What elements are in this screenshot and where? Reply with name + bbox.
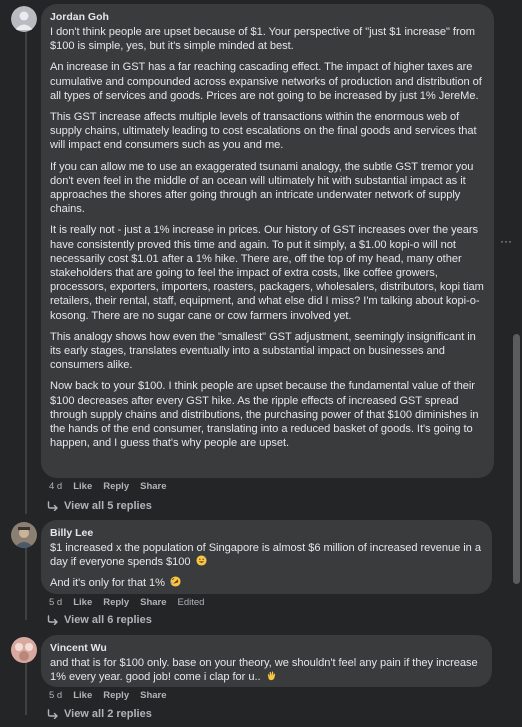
comment-text-content: And it's only for that 1% [50, 577, 165, 590]
comment-bubble: Billy Lee $1 increased x the population … [41, 520, 492, 594]
comment-bubble: Jordan Goh I don't think people are upse… [41, 4, 494, 478]
comment-text-content: $1 increased x the population of Singapo… [50, 542, 481, 569]
comment-text: I don't think people are upset because o… [50, 26, 475, 53]
view-replies-label: View all 5 replies [64, 500, 152, 512]
comment-text-content: and that is for $100 only. base on your … [50, 657, 478, 684]
reply-arrow-icon [47, 615, 58, 625]
scrollbar-thumb[interactable] [513, 334, 520, 584]
thread-line [25, 30, 27, 514]
rofl-emoji-icon [170, 576, 181, 587]
comment-author[interactable]: Billy Lee [50, 527, 482, 540]
view-replies-link[interactable]: View all 6 replies [47, 613, 152, 627]
avatar[interactable] [11, 637, 37, 663]
comment-text: and that is for $100 only. base on your … [50, 656, 482, 684]
like-button[interactable]: Like [73, 597, 92, 609]
comment-timestamp[interactable]: 4 d [49, 481, 62, 493]
view-replies-label: View all 2 replies [64, 708, 152, 720]
share-button[interactable]: Share [140, 690, 166, 702]
view-replies-label: View all 6 replies [64, 614, 152, 626]
avatar[interactable] [11, 522, 37, 548]
view-replies-link[interactable]: View all 2 replies [47, 707, 152, 721]
comment-text: If you can allow me to use an exaggerate… [50, 160, 474, 216]
comment-text: It is really not - just a 1% increase in… [50, 224, 484, 322]
share-button[interactable]: Share [140, 481, 166, 493]
view-replies-link[interactable]: View all 5 replies [47, 499, 152, 513]
thread-line [25, 546, 27, 620]
comment-actions: 5 d Like Reply Share Edited [49, 597, 204, 609]
clap-emoji-icon [267, 671, 275, 681]
comment-text: Now back to your $100. I think people ar… [50, 380, 479, 450]
comment-text: This GST increase affects multiple level… [50, 111, 477, 152]
share-button[interactable]: Share [140, 597, 166, 609]
comment-text: $1 increased x the population of Singapo… [50, 541, 482, 569]
comment-text: This analogy shows how even the "smalles… [50, 330, 476, 372]
reply-arrow-icon [47, 709, 58, 719]
edited-label: Edited [177, 597, 205, 608]
avatar[interactable] [11, 6, 37, 32]
thread-line [25, 661, 27, 715]
comment-text: An increase in GST has a far reaching ca… [50, 61, 482, 102]
comments-panel: Jordan Goh I don't think people are upse… [0, 0, 522, 727]
more-options-icon[interactable]: ··· [500, 235, 512, 247]
grinning-sweat-emoji-icon [196, 555, 207, 566]
like-button[interactable]: Like [73, 481, 92, 493]
comment-text: And it's only for that 1% [50, 576, 482, 590]
comment-bubble: Vincent Wu and that is for $100 only. ba… [41, 635, 492, 687]
comment-timestamp[interactable]: 5 d [49, 690, 62, 702]
comment-author[interactable]: Jordan Goh [50, 11, 484, 24]
comment-actions: 4 d Like Reply Share [49, 481, 167, 493]
reply-button[interactable]: Reply [103, 597, 129, 609]
reply-button[interactable]: Reply [103, 690, 129, 702]
reply-arrow-icon [47, 501, 58, 511]
comment-author[interactable]: Vincent Wu [50, 642, 482, 655]
like-button[interactable]: Like [73, 690, 92, 702]
reply-button[interactable]: Reply [103, 481, 129, 493]
comment-actions: 5 d Like Reply Share [49, 690, 167, 702]
comment-timestamp[interactable]: 5 d [49, 597, 62, 609]
